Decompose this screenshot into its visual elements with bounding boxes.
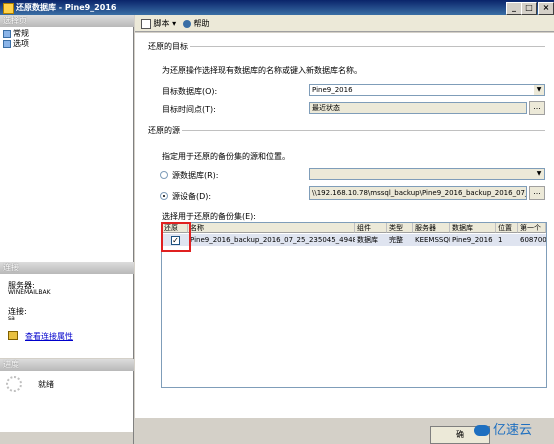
database-cell: Pine9_2016 <box>452 236 493 244</box>
title-bar: 还原数据库 - Pine9_2016 _ □ × <box>0 0 554 15</box>
script-button[interactable]: 脚本 ▾ <box>141 18 176 29</box>
connection-panel: 服务器: WINEMAILBAK 连接: sa 查看连接属性 <box>0 274 133 358</box>
restore-source-description: 指定用于还原的备份集的源和位置。 <box>162 152 290 161</box>
help-icon <box>183 19 191 28</box>
view-connection-properties-link[interactable]: 查看连接属性 <box>25 331 73 342</box>
point-in-time-browse-button[interactable]: ... <box>529 101 545 115</box>
column-header-name[interactable]: 名称 <box>188 223 355 233</box>
backup-name-cell: Pine9_2016_backup_2016_07_25_235045_4948… <box>190 236 355 244</box>
script-icon <box>141 18 151 29</box>
target-db-label: 目标数据库(O): <box>162 87 218 96</box>
column-header-server[interactable]: 服务器 <box>413 223 450 233</box>
column-header-type[interactable]: 类型 <box>387 223 413 233</box>
divider <box>190 46 545 47</box>
from-database-label: 源数据库(R): <box>172 171 219 180</box>
nav-item-label: 选项 <box>13 39 29 48</box>
backup-sets-grid[interactable]: 还原 名称 组件 类型 服务器 数据库 位置 第一个 ✓ Pine9_2016_… <box>161 222 547 388</box>
chevron-down-icon: ▼ <box>534 169 544 179</box>
spinner-icon <box>6 376 22 392</box>
divider <box>182 130 545 131</box>
toolbar: 脚本 ▾ 帮助 <box>135 15 554 32</box>
nav-item-general[interactable]: 常规 <box>3 29 29 39</box>
column-header-first[interactable]: 第一个 <box>518 223 546 233</box>
restore-source-title: 还原的源 <box>148 126 180 135</box>
maximize-button[interactable]: □ <box>521 2 537 15</box>
cloud-logo-icon <box>474 425 490 436</box>
component-cell: 数据库 <box>357 236 378 244</box>
from-device-label: 源设备(D): <box>172 192 212 201</box>
chevron-down-icon: ▾ <box>172 19 177 28</box>
left-pane: 选择页 常规 选项 连接 服务器: WINEMAILBAK 连接: sa 查看连… <box>0 15 134 444</box>
watermark-text: 亿速云 <box>493 423 533 438</box>
column-header-database[interactable]: 数据库 <box>450 223 496 233</box>
from-device-field: \\192.168.10.78\mssql_backup\Pine9_2016_… <box>309 186 527 200</box>
from-database-radio[interactable] <box>160 171 168 179</box>
from-device-radio[interactable] <box>160 192 168 200</box>
from-device-browse-button[interactable]: ... <box>529 186 545 200</box>
server-value: WINEMAILBAK <box>8 289 51 296</box>
first-lsn-cell: 6087000 <box>520 236 546 244</box>
nav-item-options[interactable]: 选项 <box>3 39 29 49</box>
help-button[interactable]: 帮助 <box>183 18 210 29</box>
close-button[interactable]: × <box>538 2 554 15</box>
target-db-dropdown[interactable]: Pine9_2016 ▼ <box>309 84 545 96</box>
restore-target-description: 为还原操作选择现有数据库的名称或键入新数据库名称。 <box>162 66 362 75</box>
page-icon <box>3 29 11 38</box>
server-cell: KEEMSSQL <box>415 236 450 244</box>
connection-value: sa <box>8 315 15 322</box>
backup-sets-label: 选择用于还原的备份集(E): <box>162 212 256 221</box>
point-in-time-field: 最近状态 <box>309 102 527 114</box>
nav-item-label: 常规 <box>13 29 29 38</box>
highlight-box <box>161 222 191 252</box>
page-list: 常规 选项 <box>0 27 133 272</box>
script-label: 脚本 <box>153 19 170 28</box>
target-db-value: Pine9_2016 <box>312 86 353 94</box>
point-in-time-label: 目标时间点(T): <box>162 105 216 114</box>
column-header-component[interactable]: 组件 <box>355 223 387 233</box>
page-icon <box>3 39 11 48</box>
chevron-down-icon: ▼ <box>534 85 544 95</box>
restore-target-title: 还原的目标 <box>148 42 188 51</box>
column-header-position[interactable]: 位置 <box>496 223 518 233</box>
type-cell: 完整 <box>389 236 403 244</box>
watermark: 亿速云 <box>474 420 554 442</box>
from-database-dropdown[interactable]: ▼ <box>309 168 545 180</box>
properties-icon <box>8 331 18 340</box>
progress-header: 进度 <box>0 359 134 371</box>
help-label: 帮助 <box>193 19 210 28</box>
window-title: 还原数据库 - Pine9_2016 <box>16 3 117 12</box>
progress-status: 就绪 <box>38 380 54 389</box>
database-icon <box>3 3 14 14</box>
minimize-button[interactable]: _ <box>506 2 522 15</box>
select-page-header: 选择页 <box>0 15 134 27</box>
position-cell: 1 <box>498 236 503 244</box>
progress-panel: 就绪 <box>0 371 133 432</box>
connection-header: 连接 <box>0 262 134 274</box>
